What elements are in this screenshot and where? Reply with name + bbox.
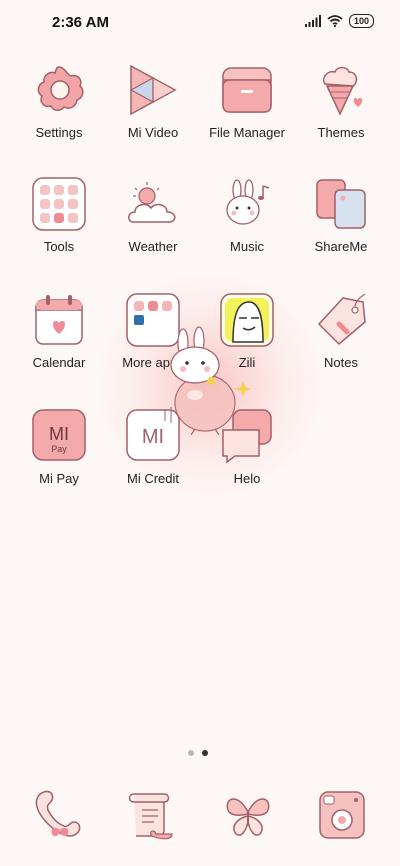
app-label: Mi Video [127,125,179,140]
wifi-icon [327,15,343,27]
app-mi-pay[interactable]: MI Pay Mi Pay [9,408,109,486]
settings-flower-icon [37,66,84,111]
ice-cream-icon [323,66,363,116]
app-label: Notes [324,355,358,370]
app-shareme[interactable]: ShareMe [291,176,391,254]
battery-indicator: 100 [348,14,374,28]
app-label: Tools [43,239,75,254]
app-label: Mi Pay [39,471,79,486]
mi-pay-icon: MI Pay [32,409,86,461]
tools-folder-icon [32,177,86,231]
mi-pay-logo-sub: Pay [51,444,67,454]
bunny-mascot-widget[interactable] [155,325,255,435]
scroll-messages-icon[interactable] [124,786,180,842]
app-mi-video[interactable]: Mi Video [103,62,203,140]
mi-pay-logo-text: MI [49,424,69,444]
app-calendar[interactable]: Calendar [9,292,109,370]
status-time: 2:36 AM [52,14,109,31]
page-dot-1[interactable] [188,750,194,756]
calendar-icon [35,295,83,345]
app-label: File Manager [209,125,285,140]
app-label: Themes [317,125,365,140]
notes-tag-icon [317,293,366,346]
app-file-manager[interactable]: File Manager [197,62,297,140]
app-weather[interactable]: Weather [103,176,203,254]
status-bar: 2:36 AM 100 [0,0,400,44]
shareme-icon [316,179,366,229]
app-label: ShareMe [314,239,368,254]
signal-icon [304,15,321,27]
app-label: Music [230,239,264,254]
app-music[interactable]: Music [197,176,297,254]
app-themes[interactable]: Themes [291,62,391,140]
page-indicator [188,750,208,756]
app-tools[interactable]: Tools [9,176,109,254]
camera-icon[interactable] [314,786,370,842]
app-label: Settings [35,125,83,140]
app-label: Mi Credit [126,471,179,486]
app-label: Weather [128,239,178,254]
status-icons: 100 [304,14,374,28]
page-dot-2[interactable] [202,750,208,756]
app-settings[interactable]: Settings [9,62,109,140]
butterfly-browser-icon[interactable] [220,786,276,842]
app-label: Helo [233,471,261,486]
folder-icon [222,67,272,113]
app-label: Calendar [32,355,86,370]
bunny-music-icon [226,179,270,225]
mi-video-icon [129,64,177,116]
app-notes[interactable]: Notes [291,292,391,370]
phone-icon[interactable] [30,786,86,842]
weather-icon [128,182,176,223]
